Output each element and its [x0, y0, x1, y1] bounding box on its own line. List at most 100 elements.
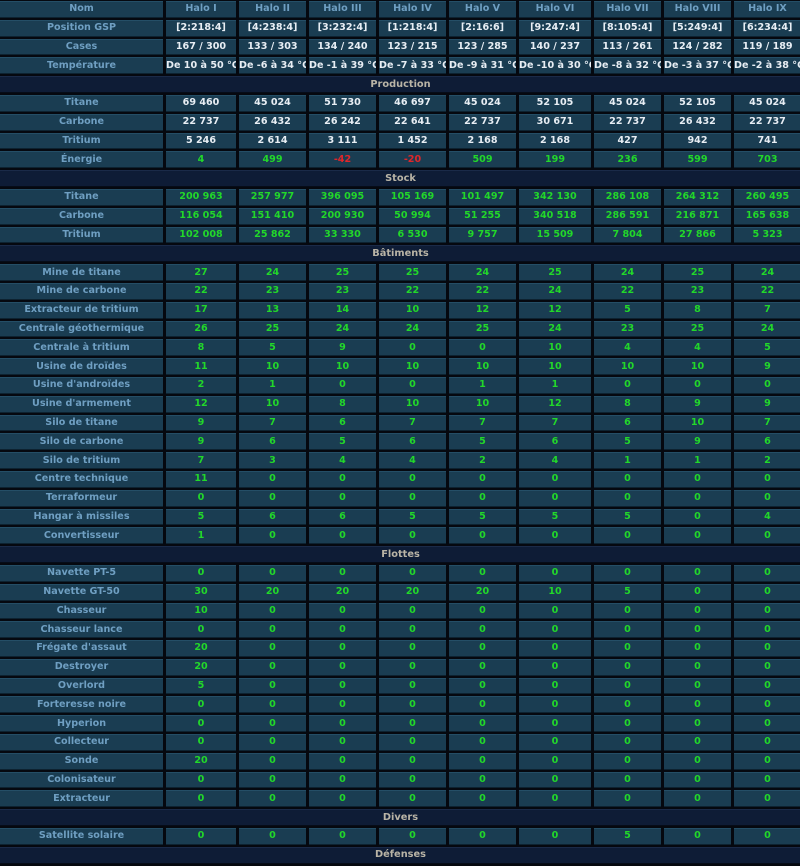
value-cell: 4 — [309, 452, 376, 469]
value-cell: 942 — [664, 132, 731, 150]
value-cell: 703 — [734, 151, 800, 169]
value-cell: 0 — [449, 677, 516, 695]
value-cell: 2 — [166, 376, 236, 394]
value-cell: 0 — [239, 715, 306, 733]
value-cell: 427 — [594, 132, 661, 150]
value-cell: 0 — [166, 771, 236, 789]
value-cell: 52 105 — [664, 94, 731, 112]
value-cell: 25 — [309, 264, 376, 281]
value-cell: 0 — [239, 790, 306, 808]
value-cell: 27 866 — [664, 226, 731, 244]
value-cell: 0 — [449, 658, 516, 676]
value-cell: 0 — [594, 489, 661, 507]
value-cell: 0 — [449, 752, 516, 770]
value-cell: [2:218:4] — [166, 19, 236, 37]
value-cell: 20 — [379, 583, 446, 601]
value-cell: 0 — [379, 715, 446, 733]
value-cell: 0 — [519, 734, 591, 751]
row-tritium: Tritium 5 246 2 614 3 111 1 452 2 168 2 168 427… — [0, 132, 800, 150]
value-cell: 286 591 — [594, 207, 661, 225]
value-cell: 0 — [664, 470, 731, 488]
value-cell: 2 614 — [239, 132, 306, 150]
value-cell: 0 — [519, 696, 591, 714]
value-cell: 0 — [664, 583, 731, 601]
value-cell: 0 — [309, 658, 376, 676]
value-cell: 11 — [166, 358, 236, 375]
row-usine-d-androides: Usine d'androïdes 2 1 0 0 1 1 0 0 0 — [0, 376, 800, 394]
value-cell: 0 — [594, 752, 661, 770]
value-cell: 0 — [309, 771, 376, 789]
row-label: Extracteur — [0, 790, 163, 808]
value-cell: 0 — [239, 602, 306, 620]
value-cell: 6 — [239, 508, 306, 526]
row-navette-pt-5: Navette PT-5 0 0 0 0 0 0 0 0 0 — [0, 564, 800, 582]
section-title: Défenses — [0, 846, 800, 864]
row-label: Forteresse noire — [0, 696, 163, 714]
value-cell: 23 — [239, 282, 306, 300]
value-cell: 5 — [594, 508, 661, 526]
value-cell: 22 641 — [379, 113, 446, 131]
planet-header[interactable]: Halo IX — [734, 1, 800, 18]
value-cell: 264 312 — [664, 188, 731, 206]
value-cell: 0 — [519, 640, 591, 657]
value-cell: 0 — [379, 602, 446, 620]
value-cell: 0 — [734, 677, 800, 695]
section-header-flottes: Flottes — [0, 546, 800, 563]
value-cell: 0 — [309, 621, 376, 639]
section-title: Divers — [0, 809, 800, 827]
value-cell: 599 — [664, 151, 731, 169]
value-cell: 5 — [239, 339, 306, 357]
value-cell: 22 737 — [734, 113, 800, 131]
value-cell: 2 — [449, 452, 516, 469]
value-cell: 151 410 — [239, 207, 306, 225]
value-cell: 5 246 — [166, 132, 236, 150]
value-cell: 7 804 — [594, 226, 661, 244]
row-label: Silo de tritium — [0, 452, 163, 469]
value-cell: 0 — [379, 470, 446, 488]
value-cell: 0 — [664, 527, 731, 545]
value-cell: 0 — [379, 771, 446, 789]
value-cell: 0 — [239, 658, 306, 676]
value-cell: 1 — [239, 376, 306, 394]
value-cell: 25 — [379, 264, 446, 281]
value-cell: De -3 à 37 °C — [664, 57, 731, 75]
row-temperature: Température De 10 à 50 °C De -6 à 34 °C De … — [0, 57, 800, 75]
value-cell: 0 — [309, 752, 376, 770]
value-cell: 23 — [309, 282, 376, 300]
value-cell: 0 — [166, 489, 236, 507]
value-cell: 5 — [734, 339, 800, 357]
section-title: Stock — [0, 170, 800, 187]
value-cell: 8 — [664, 301, 731, 319]
value-cell: 10 — [664, 414, 731, 432]
planet-header[interactable]: Halo IV — [379, 1, 446, 18]
value-cell: 236 — [594, 151, 661, 169]
value-cell: 2 — [734, 452, 800, 469]
planet-header[interactable]: Halo V — [449, 1, 516, 18]
row-label: Colonisateur — [0, 771, 163, 789]
planet-header[interactable]: Halo II — [239, 1, 306, 18]
value-cell: 0 — [449, 602, 516, 620]
planet-header[interactable]: Halo VII — [594, 1, 661, 18]
value-cell: 5 — [449, 433, 516, 451]
value-cell: 1 452 — [379, 132, 446, 150]
row-label: Mine de titane — [0, 264, 163, 281]
row-colonisateur: Colonisateur 0 0 0 0 0 0 0 0 0 — [0, 771, 800, 789]
row-label: Silo de carbone — [0, 433, 163, 451]
value-cell: 0 — [379, 621, 446, 639]
value-cell: 123 / 215 — [379, 38, 446, 56]
value-cell: 10 — [379, 358, 446, 375]
value-cell: 0 — [594, 376, 661, 394]
value-cell: 0 — [519, 564, 591, 582]
planet-header[interactable]: Halo VI — [519, 1, 591, 18]
value-cell: 12 — [166, 395, 236, 413]
planet-header[interactable]: Halo III — [309, 1, 376, 18]
value-cell: 9 — [166, 414, 236, 432]
value-cell: [1:218:4] — [379, 19, 446, 37]
value-cell: De -10 à 30 °C — [519, 57, 591, 75]
planet-header[interactable]: Halo I — [166, 1, 236, 18]
value-cell: 0 — [664, 602, 731, 620]
row-label: Hyperion — [0, 715, 163, 733]
planet-header[interactable]: Halo VIII — [664, 1, 731, 18]
value-cell: 102 008 — [166, 226, 236, 244]
value-cell: 10 — [379, 395, 446, 413]
